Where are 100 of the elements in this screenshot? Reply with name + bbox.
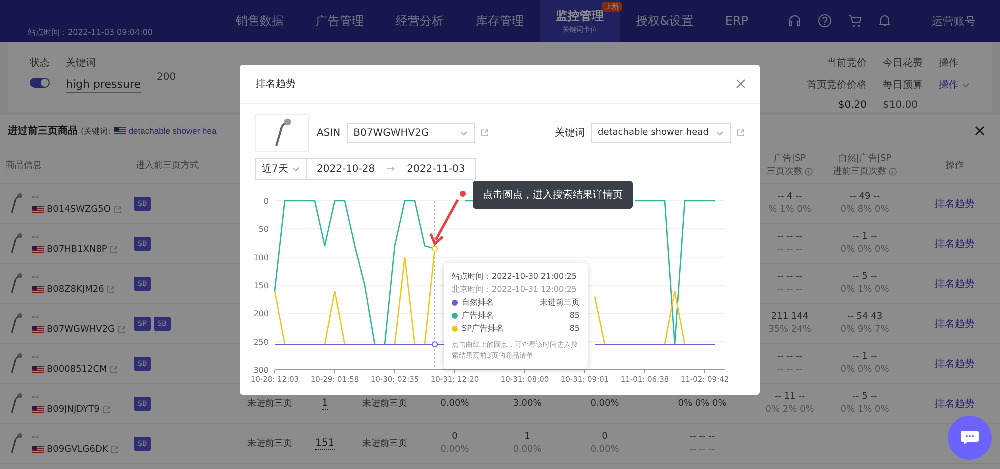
rank-trend-link[interactable]: 排名趋势 bbox=[935, 236, 975, 250]
nav-tab[interactable]: 经营分析 bbox=[380, 0, 460, 42]
table-cell-text: 211 144 bbox=[771, 312, 809, 322]
series-value: 未进前三页 bbox=[540, 297, 580, 308]
table-cell-text: 35% 24% bbox=[768, 325, 812, 335]
data-point-marker[interactable] bbox=[432, 342, 438, 348]
table-cell-text: -- 1 -- bbox=[852, 232, 878, 242]
table-cell-text: -- 49 -- bbox=[850, 192, 880, 202]
bid-amount: $0.20 bbox=[837, 100, 867, 111]
table-cell-text: -- -- -- bbox=[690, 432, 716, 442]
external-link-icon[interactable] bbox=[114, 206, 122, 214]
external-link-icon[interactable] bbox=[111, 446, 120, 454]
external-link-icon[interactable] bbox=[107, 286, 116, 294]
external-link-icon[interactable] bbox=[118, 326, 126, 334]
table-cell-text: -- -- -- bbox=[777, 285, 803, 295]
nav-tab[interactable]: 销售数据 bbox=[220, 0, 300, 42]
external-link-icon[interactable] bbox=[737, 129, 745, 137]
asin-label: ASIN bbox=[317, 128, 341, 138]
rank-link[interactable]: 151 bbox=[315, 438, 335, 450]
close-button[interactable] bbox=[736, 79, 746, 89]
rank-trend-link[interactable]: 排名趋势 bbox=[935, 356, 975, 370]
account-name: 运营账号 bbox=[932, 14, 977, 30]
date-range-field[interactable]: 2022-10-28 2022-11-03 bbox=[306, 158, 476, 180]
external-link-icon[interactable] bbox=[110, 366, 118, 374]
keyword-text: high pressure bbox=[66, 78, 141, 93]
site-time-text: 站点时间：2022-10-30 21:00:25 bbox=[452, 271, 578, 282]
column-header: 商品信息 bbox=[6, 160, 42, 172]
end-date: 2022-11-03 bbox=[407, 164, 466, 174]
status-toggle[interactable] bbox=[30, 78, 50, 88]
table-cell-text: -- 5 -- bbox=[852, 272, 878, 282]
product-title: -- bbox=[32, 192, 40, 203]
asin-text: B07WGWHV2G bbox=[47, 325, 116, 335]
chat-bubble-icon bbox=[960, 430, 980, 446]
status-label: 状态 bbox=[30, 56, 50, 70]
table-cell-text: -- 11 -- bbox=[774, 392, 806, 402]
us-flag-icon bbox=[32, 446, 44, 454]
y-axis-label: 300 bbox=[254, 366, 269, 375]
y-axis-label: 100 bbox=[254, 253, 269, 262]
column-header: 操作 bbox=[946, 160, 964, 172]
caret-icon bbox=[460, 130, 468, 136]
rank-trend-link[interactable]: 排名趋势 bbox=[935, 396, 975, 410]
nav-tab[interactable]: ERP bbox=[709, 0, 765, 42]
us-flag-icon bbox=[32, 206, 44, 214]
asin-select[interactable]: B07WGWHV2G bbox=[346, 123, 475, 143]
table-cell-text: -- 1 -- bbox=[852, 352, 878, 362]
rank-trend-link[interactable]: 排名趋势 bbox=[935, 276, 975, 290]
caret-icon bbox=[962, 82, 970, 88]
external-link-icon[interactable] bbox=[102, 406, 111, 414]
table-cell-text: -- -- -- bbox=[777, 365, 803, 375]
y-axis-label: 50 bbox=[258, 225, 269, 234]
table-cell-text: -- -- -- bbox=[777, 245, 803, 255]
product-title: -- bbox=[32, 352, 40, 363]
bell-icon[interactable] bbox=[878, 14, 892, 28]
product-title: -- bbox=[32, 392, 40, 403]
caret-icon bbox=[292, 166, 300, 172]
us-flag-icon bbox=[32, 286, 44, 294]
table-cell-text: 0 bbox=[602, 432, 608, 442]
table-cell-text: 0.00% bbox=[513, 445, 542, 455]
table-cell-text: 未进前三页 bbox=[362, 398, 408, 410]
headset-icon[interactable] bbox=[788, 14, 802, 28]
help-icon[interactable] bbox=[818, 14, 832, 28]
rank-link[interactable]: 1 bbox=[322, 398, 328, 410]
table-cell-text: 未进前三页 bbox=[248, 438, 292, 450]
external-link-icon[interactable] bbox=[110, 246, 118, 254]
keyword-label: 关键词 bbox=[66, 56, 97, 70]
beijing-time-text: 北京时间：2022-10-31 12:00:25 bbox=[452, 284, 578, 295]
asin-text: B09JNJDYT9 bbox=[47, 405, 100, 415]
close-button[interactable] bbox=[974, 125, 986, 137]
table-cell-text: 0% 0% 0% bbox=[840, 365, 890, 375]
table-cell-text: -- -- -- bbox=[777, 272, 803, 282]
caret-icon bbox=[716, 130, 724, 136]
table-cell-text: -- 4 -- bbox=[778, 192, 802, 202]
table-cell-text: 0% 1% 0% bbox=[840, 285, 890, 295]
rank-trend-link[interactable]: 排名趋势 bbox=[935, 196, 975, 210]
product-title: -- bbox=[32, 432, 40, 443]
data-point-marker[interactable] bbox=[432, 246, 438, 252]
us-flag-icon bbox=[114, 127, 126, 135]
product-title: -- bbox=[32, 272, 40, 283]
table-cell-text: -- -- -- bbox=[777, 352, 803, 362]
series-name: 自然排名 bbox=[462, 297, 494, 308]
table-cell-text: -- -- -- bbox=[690, 445, 716, 455]
rank-trend-link[interactable]: 排名趋势 bbox=[935, 316, 975, 330]
y-axis-label: 150 bbox=[254, 282, 269, 290]
keyword-select[interactable]: detachable shower head bbox=[591, 123, 731, 143]
site-time-text: 站点时间：2022-11-03 09:04:00 bbox=[28, 27, 153, 38]
nav-tab[interactable]: 库存管理 bbox=[460, 0, 540, 42]
nav-tab[interactable]: 广告管理 bbox=[300, 0, 380, 42]
table-cell-text: 0% 0% 0% bbox=[678, 398, 727, 408]
period-select[interactable]: 近7天 bbox=[255, 158, 307, 180]
table-cell-text: % 1% 0% bbox=[768, 205, 812, 215]
cart-icon[interactable] bbox=[848, 14, 862, 28]
us-flag-icon bbox=[32, 366, 44, 374]
keyword-link[interactable]: detachable shower hea bbox=[128, 126, 217, 136]
column-header: 进入前三页方式 bbox=[136, 160, 199, 172]
external-link-icon[interactable] bbox=[480, 129, 489, 137]
y-axis-label: 200 bbox=[254, 310, 269, 319]
asin-text: B07HB1XN8P bbox=[47, 245, 108, 255]
action-dropdown[interactable]: 操作 bbox=[939, 78, 959, 92]
asin-text: B09GVLG6DK bbox=[47, 445, 108, 455]
table-cell-text: 0% 8% 0% bbox=[840, 205, 890, 215]
